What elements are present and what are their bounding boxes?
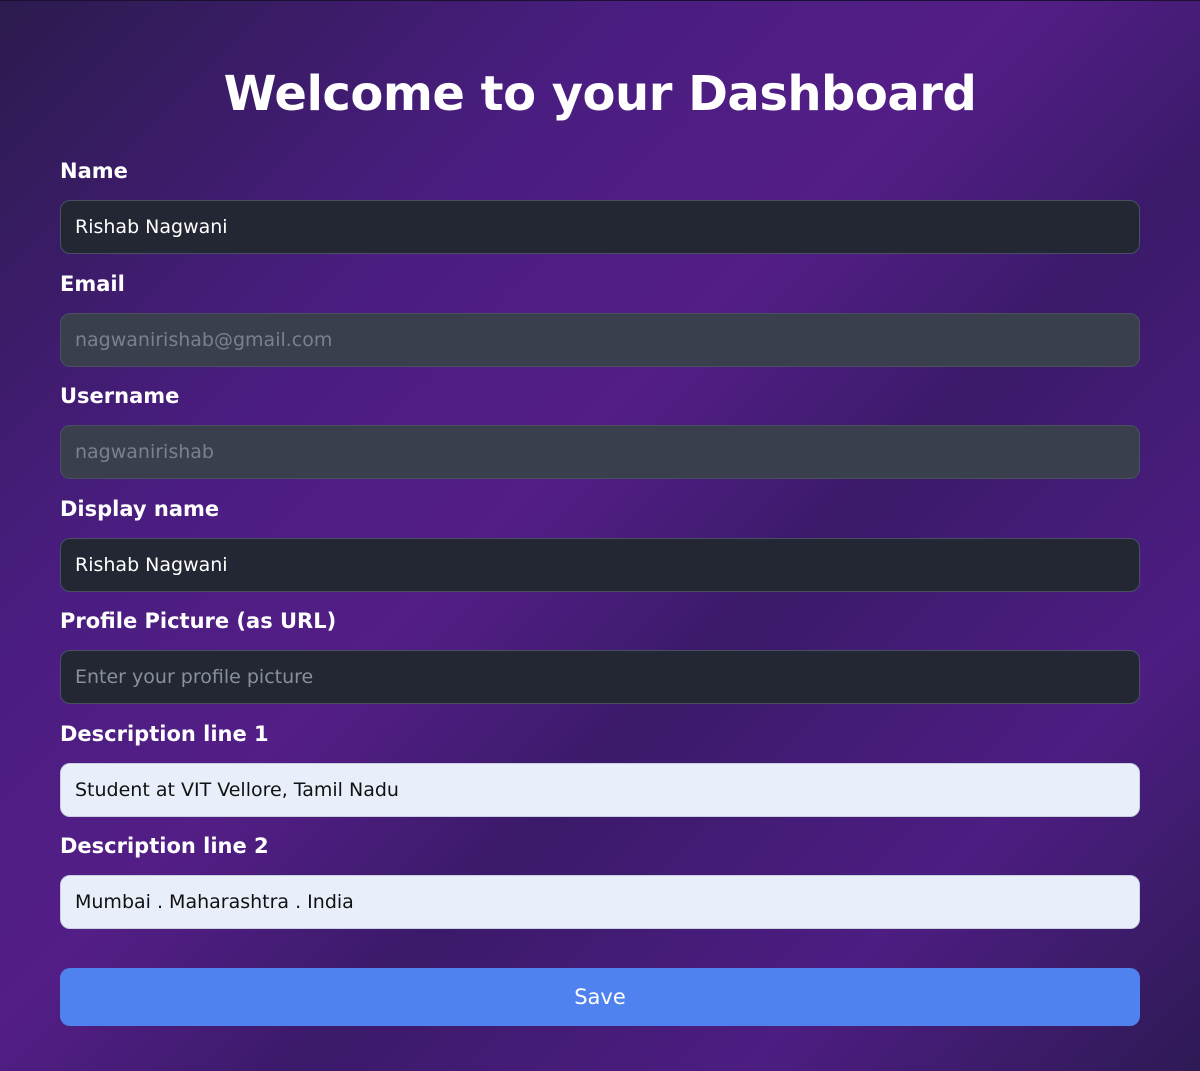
- username-label: Username: [60, 384, 180, 408]
- profile-picture-input[interactable]: [60, 650, 1140, 704]
- description-1-label: Description line 1: [60, 722, 269, 746]
- profile-picture-label: Profile Picture (as URL): [60, 609, 337, 633]
- display-name-label: Display name: [60, 497, 220, 521]
- page-title: Welcome to your Dashboard: [223, 66, 977, 122]
- username-field-group: Username: [60, 383, 1140, 479]
- display-name-input[interactable]: [60, 538, 1140, 592]
- display-name-field-group: Display name: [60, 496, 1140, 592]
- username-input: [60, 425, 1140, 479]
- email-input: [60, 313, 1140, 367]
- name-label: Name: [60, 159, 128, 183]
- top-border: [0, 0, 1200, 1]
- name-field-group: Name: [60, 158, 1140, 254]
- description-2-input[interactable]: [60, 875, 1140, 929]
- description-1-field-group: Description line 1: [60, 721, 1140, 817]
- email-label: Email: [60, 272, 125, 296]
- description-1-input[interactable]: [60, 763, 1140, 817]
- profile-picture-field-group: Profile Picture (as URL): [60, 608, 1140, 704]
- save-button[interactable]: Save: [60, 968, 1140, 1026]
- email-field-group: Email: [60, 271, 1140, 367]
- name-input[interactable]: [60, 200, 1140, 254]
- description-2-field-group: Description line 2: [60, 833, 1140, 929]
- description-2-label: Description line 2: [60, 834, 269, 858]
